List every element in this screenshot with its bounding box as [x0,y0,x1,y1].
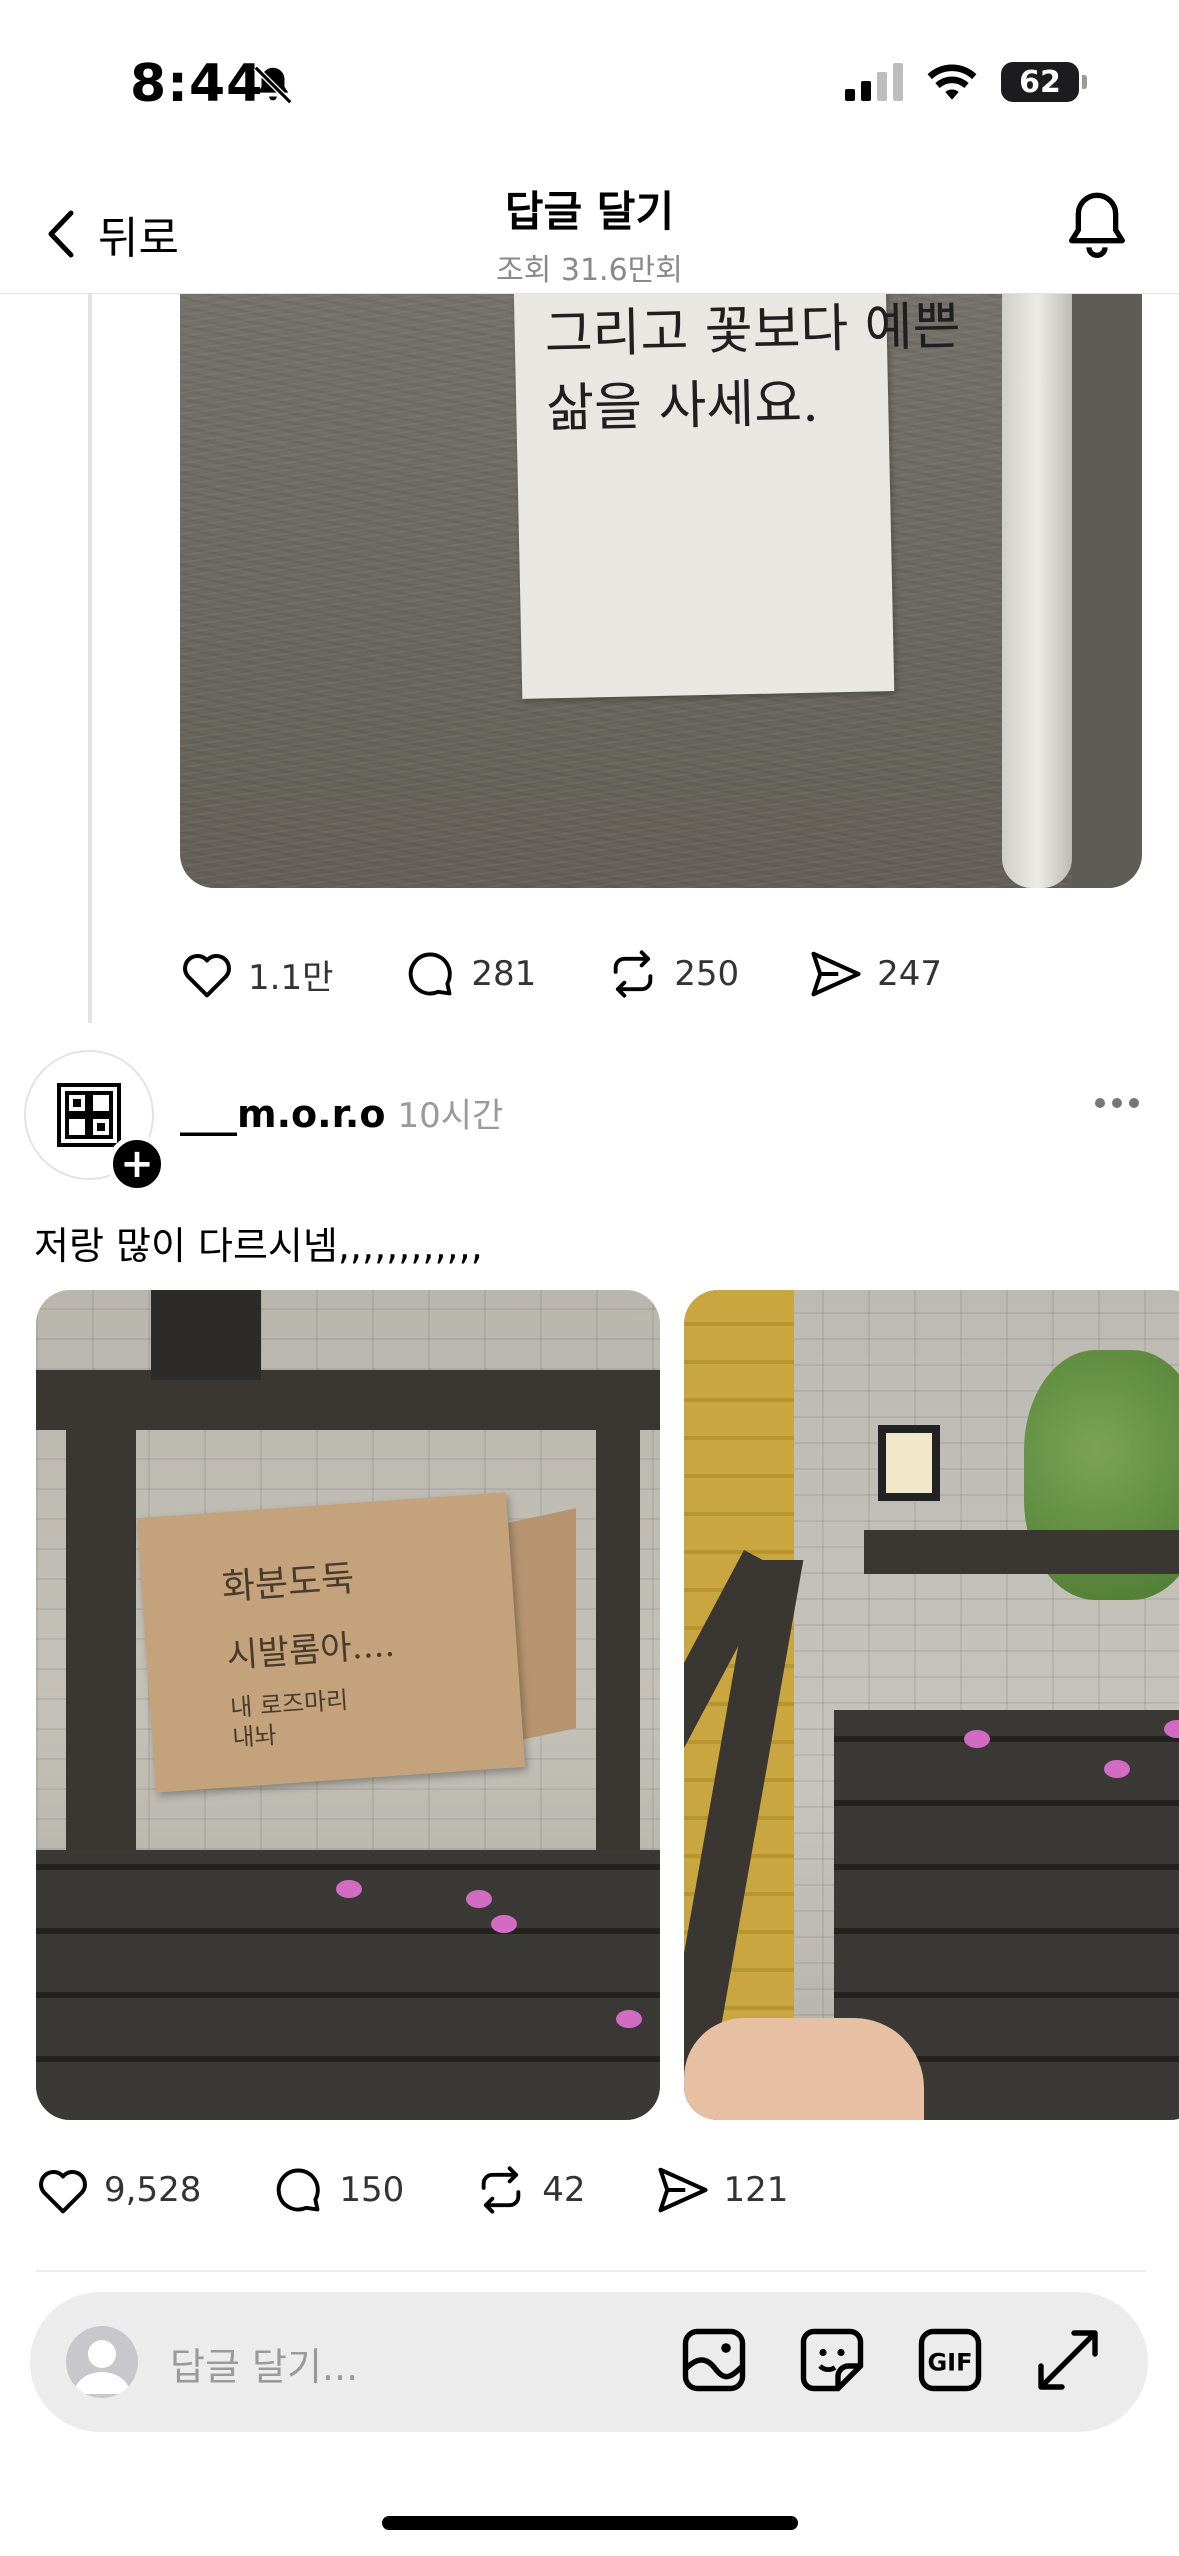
username[interactable]: ___m.o.r.o [180,1092,385,1136]
gif-label: GIF [927,2349,972,2377]
like-button[interactable]: 9,528 [36,2165,201,2215]
battery-level: 62 [1019,64,1061,100]
comment-count: 281 [471,954,537,994]
share-button[interactable]: 121 [656,2165,789,2215]
cardboard-sign: 화분도둑 시발롬아.... 내 로즈마리 내놔 [136,1492,526,1793]
home-indicator[interactable] [382,2516,798,2530]
header-title-block: 답글 달기 조회 31.6만회 [0,178,1179,289]
hand [684,2018,924,2120]
heart-icon [183,953,231,998]
share-button[interactable]: 247 [809,949,942,999]
post-actions: 9,528 150 42 121 [36,2164,858,2216]
expand-icon[interactable] [1032,2324,1104,2396]
send-icon [811,951,861,997]
thread-connector [88,293,92,1023]
status-bar: 8:44 62 [0,0,1179,160]
comment-button[interactable]: 281 [403,948,536,1000]
send-icon [657,2167,708,2213]
header: 뒤로 답글 달기 조회 31.6만회 [0,160,1179,294]
share-count: 247 [877,954,943,994]
post-image[interactable]: 그리고 꽃보다 예쁜 삶을 사세요. [180,293,1142,888]
divider [36,2270,1146,2272]
post-cap [151,1290,261,1380]
follow-button[interactable]: + [108,1135,166,1193]
repost-count: 42 [542,2170,586,2210]
petal [491,1915,517,1933]
repost-icon [481,2166,521,2214]
sign-line: 시발롬아.... [225,1624,397,1677]
comment-count: 150 [339,2170,405,2210]
status-time: 8:44 [130,54,264,114]
repost-button[interactable]: 250 [606,948,739,1000]
wifi-icon [927,64,977,100]
bell-slash-icon [253,65,293,105]
petal [964,1730,990,1748]
petal [616,2010,642,2028]
lantern [878,1425,940,1501]
signal-icon [845,63,903,101]
reply-input[interactable]: 답글 달기... [170,2336,358,2391]
comment-icon [409,952,453,996]
repost-icon [613,950,653,998]
comment-button[interactable]: 150 [271,2164,404,2216]
petal [336,1880,362,1898]
post-photo-1[interactable]: 화분도둑 시발롬아.... 내 로즈마리 내놔 [36,1290,660,2120]
paper-sign: 그리고 꽃보다 예쁜 삶을 사세요. [513,293,962,699]
petal [466,1890,492,1908]
share-count: 121 [723,2170,789,2210]
post-header: ___m.o.r.o 10시간 [180,1088,503,1137]
railing-post [66,1430,136,1890]
user-avatar-icon [66,2326,138,2398]
sign-line: 화분도둑 [220,1558,356,1609]
wall-edge [1072,293,1142,888]
like-count: 9,528 [104,2170,202,2210]
like-button[interactable]: 1.1만 [180,949,333,999]
petal [1104,1760,1130,1778]
sign-line: 그리고 꽃보다 예쁜 [544,296,962,366]
post-time: 10시간 [397,1096,504,1136]
post-text: 저랑 많이 다르시넴,,,,,,,,,,,, [34,1224,483,1268]
post-photo-2[interactable] [684,1290,1179,2120]
gif-icon[interactable]: GIF [914,2324,986,2396]
reply-composer: 답글 달기... GIF [30,2292,1148,2432]
bell-icon[interactable] [1065,190,1129,262]
repost-count: 250 [674,954,740,994]
battery-icon: 62 [1001,62,1087,102]
heart-icon [39,2169,87,2214]
pipe [1002,293,1072,888]
repost-button[interactable]: 42 [474,2164,586,2216]
railing-post [596,1430,640,1890]
like-count: 1.1만 [248,957,334,998]
more-options-icon[interactable] [1095,1098,1139,1108]
view-count: 조회 31.6만회 [496,253,683,288]
profile-logo-icon [57,1083,121,1147]
railing-beam [864,1530,1179,1574]
sign-line: 삶을 사세요. [545,373,820,440]
image-icon[interactable] [678,2324,750,2396]
reply-tools: GIF [678,2324,1104,2396]
post-actions: 1.1만 281 250 247 [180,948,1012,1000]
page-title: 답글 달기 [504,187,675,236]
sticker-icon[interactable] [796,2324,868,2396]
comment-icon [277,2168,321,2212]
railing-beam [36,1370,660,1430]
